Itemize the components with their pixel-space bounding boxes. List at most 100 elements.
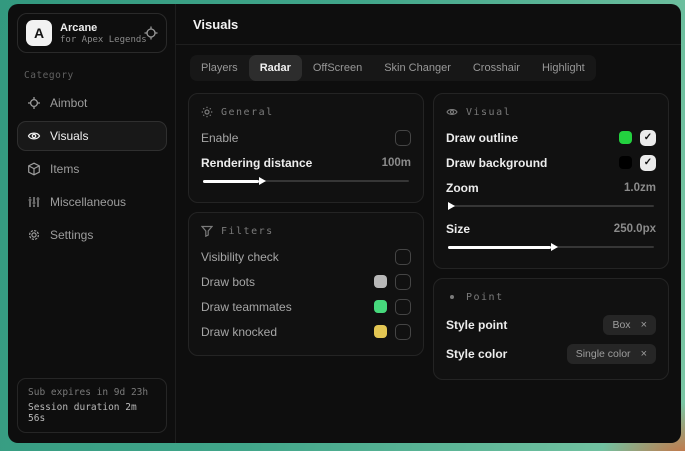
draw-background-color-swatch[interactable] [619,156,632,169]
enable-row: Enable [201,125,411,150]
tab-crosshair[interactable]: Crosshair [462,55,531,81]
zoom-value: 1.0zm [624,182,656,194]
app-header-card: A Arcane for Apex Legends [17,13,167,53]
enable-label: Enable [201,131,387,145]
visual-panel: Visual Draw outline ✓ Draw background ✓ … [433,93,669,269]
sidebar-item-miscellaneous[interactable]: Miscellaneous [17,187,167,217]
panel-title: Visual [466,107,511,118]
draw-knocked-color-swatch[interactable] [374,325,387,338]
rendering-distance-row: Rendering distance 100m [201,150,411,175]
point-panel: Point Style point Box × Style color Sing… [433,278,669,380]
content-grid: General Enable Rendering distance 100m [176,81,681,380]
slider-thumb[interactable] [259,177,266,185]
visibility-check-checkbox[interactable] [395,249,411,265]
draw-knocked-checkbox[interactable] [395,324,411,340]
draw-bots-label: Draw bots [201,275,366,289]
dot-icon [446,291,458,303]
draw-teammates-color-swatch[interactable] [374,300,387,313]
draw-knocked-label: Draw knocked [201,325,366,339]
panel-title: Point [466,292,504,303]
app-subtitle: for Apex Legends [60,35,136,45]
filters-panel: Filters Visibility check Draw bots Draw … [188,212,424,356]
tab-players[interactable]: Players [190,55,249,81]
rendering-distance-label: Rendering distance [201,156,374,170]
draw-bots-color-swatch[interactable] [374,275,387,288]
size-row: Size 250.0px [446,216,656,241]
enable-checkbox[interactable] [395,130,411,146]
sliders-icon [27,195,41,209]
draw-knocked-row: Draw knocked [201,319,411,344]
panel-title: General [221,107,274,118]
style-point-value: Box [612,319,630,331]
sidebar-item-settings[interactable]: Settings [17,220,167,250]
app-name: Arcane [60,22,136,34]
tab-radar[interactable]: Radar [249,55,302,81]
app-logo: A [26,20,52,46]
sidebar-item-label: Aimbot [50,96,87,110]
sub-expires-text: Sub expires in 9d 23h [28,387,156,398]
style-color-row: Style color Single color × [446,339,656,368]
sidebar-item-items[interactable]: Items [17,154,167,184]
style-color-label: Style color [446,347,559,361]
sidebar-item-visuals[interactable]: Visuals [17,121,167,151]
app-window: A Arcane for Apex Legends Category Aimbo… [8,4,681,443]
draw-teammates-label: Draw teammates [201,300,366,314]
eye-icon [446,106,458,118]
draw-background-checkbox[interactable]: ✓ [640,155,656,171]
zoom-label: Zoom [446,181,616,195]
check-icon: ✓ [644,158,652,168]
zoom-slider[interactable] [448,201,654,211]
rendering-distance-slider[interactable] [203,176,409,186]
panel-title: Filters [221,226,274,237]
tab-highlight[interactable]: Highlight [531,55,596,81]
draw-outline-label: Draw outline [446,131,611,145]
check-icon: ✓ [644,133,652,143]
sidebar-item-label: Visuals [50,129,88,143]
draw-outline-checkbox[interactable]: ✓ [640,130,656,146]
tab-skin-changer[interactable]: Skin Changer [373,55,462,81]
style-point-label: Style point [446,318,595,332]
eye-icon [27,129,41,143]
draw-outline-color-swatch[interactable] [619,131,632,144]
session-info-card: Sub expires in 9d 23h Session duration 2… [17,378,167,433]
style-point-row: Style point Box × [446,310,656,339]
sidebar-item-aimbot[interactable]: Aimbot [17,88,167,118]
session-duration-text: Session duration 2m 56s [28,402,156,424]
slider-thumb[interactable] [448,202,455,210]
draw-background-label: Draw background [446,156,611,170]
tab-bar: Players Radar OffScreen Skin Changer Cro… [190,55,596,81]
main-header: Visuals [176,4,681,45]
sun-icon [201,106,213,118]
sidebar-item-label: Settings [50,228,93,242]
general-panel: General Enable Rendering distance 100m [188,93,424,203]
close-icon[interactable]: × [641,348,647,360]
tab-offscreen[interactable]: OffScreen [302,55,373,81]
draw-teammates-row: Draw teammates [201,294,411,319]
gear-icon [27,228,41,242]
size-slider[interactable] [448,242,654,252]
slider-thumb[interactable] [551,243,558,251]
size-value: 250.0px [614,223,656,235]
box-icon [27,162,41,176]
close-icon[interactable]: × [641,319,647,331]
funnel-icon [201,225,213,237]
sidebar-item-label: Miscellaneous [50,195,126,209]
draw-background-row: Draw background ✓ [446,150,656,175]
zoom-row: Zoom 1.0zm [446,175,656,200]
style-color-value: Single color [576,348,631,360]
rendering-distance-value: 100m [382,157,411,169]
sidebar-item-label: Items [50,162,79,176]
visibility-check-row: Visibility check [201,244,411,269]
visibility-check-label: Visibility check [201,250,387,264]
style-color-select[interactable]: Single color × [567,344,656,364]
main-area: Visuals Players Radar OffScreen Skin Cha… [176,4,681,443]
sidebar: A Arcane for Apex Legends Category Aimbo… [8,4,176,443]
crosshair-icon [27,96,41,110]
target-icon[interactable] [144,26,158,40]
draw-bots-checkbox[interactable] [395,274,411,290]
draw-outline-row: Draw outline ✓ [446,125,656,150]
draw-bots-row: Draw bots [201,269,411,294]
size-label: Size [446,222,606,236]
draw-teammates-checkbox[interactable] [395,299,411,315]
style-point-select[interactable]: Box × [603,315,656,335]
